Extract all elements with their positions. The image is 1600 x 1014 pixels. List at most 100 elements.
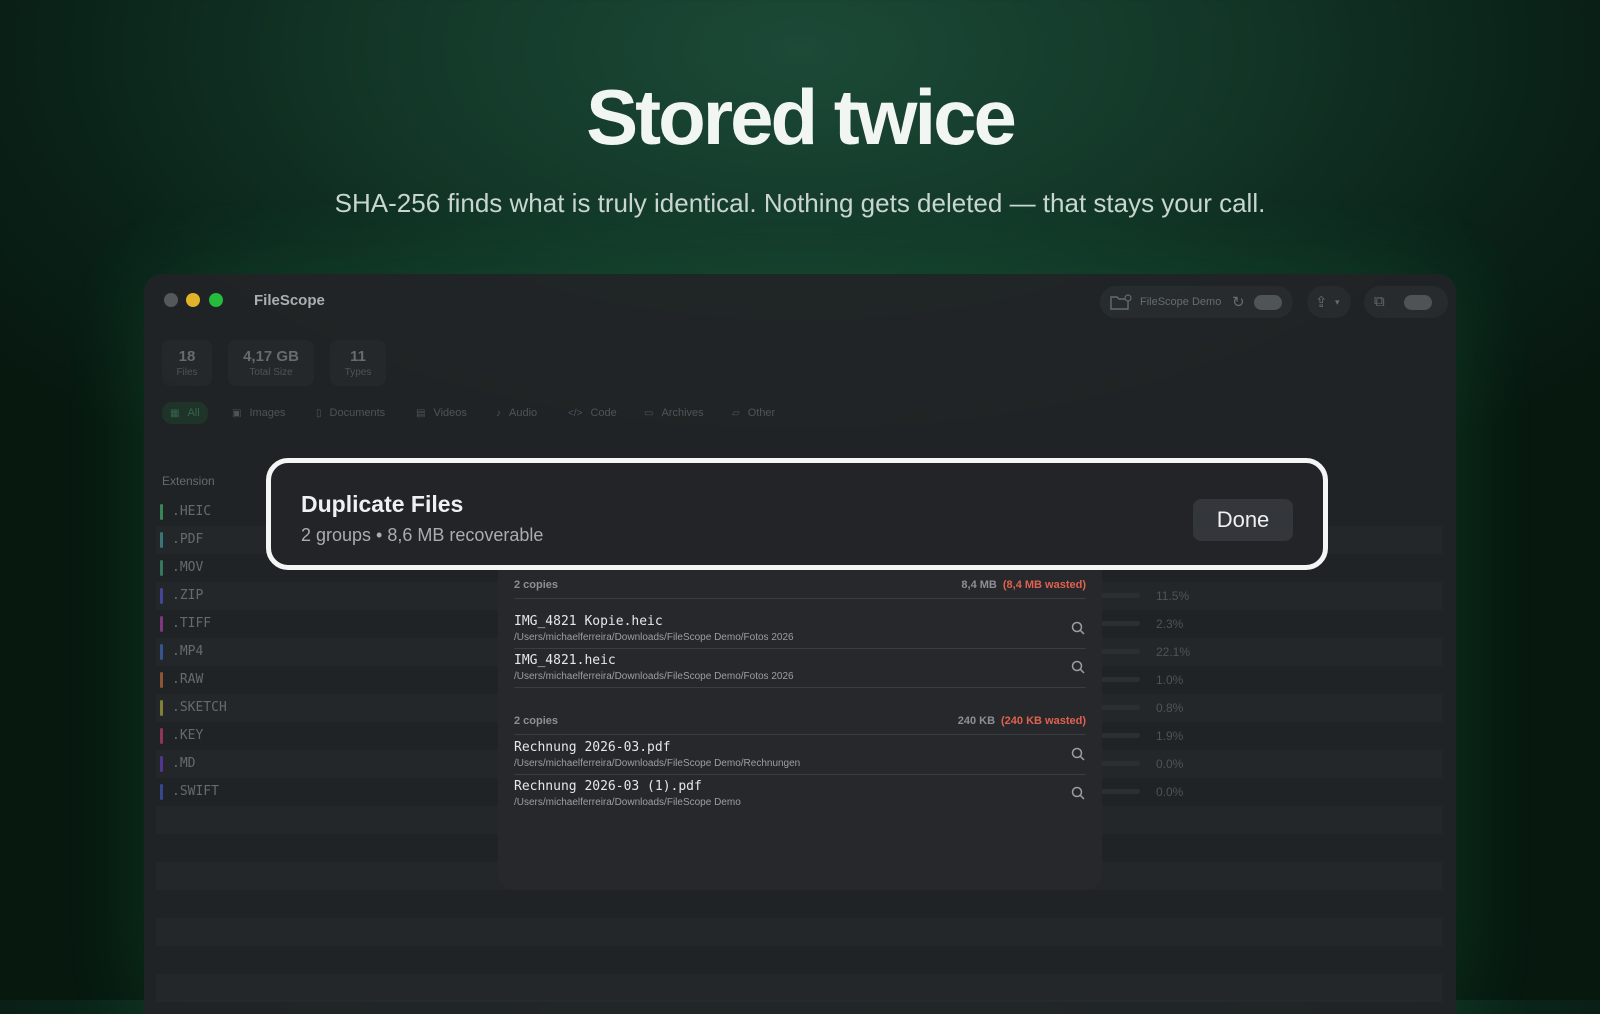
stat-value: 4,17 GB (243, 348, 299, 365)
file-name: Rechnung 2026-03.pdf (514, 740, 671, 755)
stat-value: 18 (178, 348, 196, 365)
group-size: 240 KB (240 KB wasted) (958, 715, 1086, 727)
extension-label: .MD (172, 756, 196, 771)
hero-title: Stored twice (586, 73, 1017, 161)
group-size: 8,4 MB (8,4 MB wasted) (961, 579, 1086, 591)
duplicate-files-icon[interactable]: ⧉ (1374, 293, 1385, 310)
filter-all[interactable]: ▦ All (162, 402, 208, 424)
folder-picker[interactable]: FileScope Demo ↻ (1100, 286, 1293, 318)
file-path: /Users/michaelferreira/Downloads/FileSco… (514, 632, 794, 643)
filter-label: Documents (329, 407, 386, 419)
filter-label: Images (249, 407, 286, 419)
share-icon: ⇪ (1315, 294, 1328, 311)
minimize-window-button[interactable] (186, 293, 200, 307)
duplicates-sheet: 2 copies 8,4 MB (8,4 MB wasted) IMG_4821 … (498, 520, 1102, 890)
filter-label: Archives (661, 407, 704, 419)
divider (514, 598, 1086, 599)
empty-row (156, 946, 1442, 974)
color-bar (160, 588, 163, 604)
duplicates-toolbar-group[interactable]: ⧉ (1364, 286, 1448, 318)
refresh-icon[interactable]: ↻ (1232, 293, 1245, 311)
column-header-extension[interactable]: Extension (162, 474, 215, 488)
duplicate-file-row[interactable]: Rechnung 2026-03.pdf /Users/michaelferre… (514, 740, 1086, 776)
view-toggle[interactable] (1254, 295, 1282, 310)
duplicate-group-header: 2 copies 8,4 MB (8,4 MB wasted) (514, 579, 1086, 597)
magnifier-icon[interactable] (1070, 620, 1086, 636)
done-button[interactable]: Done (1193, 499, 1293, 541)
filter-images[interactable]: ▣ Images (232, 402, 286, 424)
file-name: IMG_4821 Kopie.heic (514, 614, 663, 629)
filter-videos[interactable]: ▤ Videos (416, 402, 467, 424)
filter-documents[interactable]: ▯ Documents (316, 402, 385, 424)
filter-label: Code (590, 407, 617, 419)
close-window-button[interactable] (164, 293, 178, 307)
divider (514, 687, 1086, 688)
extension-label: .RAW (172, 672, 204, 687)
size-percent: 0.0% (1156, 785, 1184, 799)
stat-total-size: 4,17 GB Total Size (228, 340, 314, 386)
music-note-icon: ♪ (496, 408, 501, 419)
extension-label: .PDF (172, 532, 204, 547)
empty-row (156, 974, 1442, 1002)
duplicates-toggle[interactable] (1404, 295, 1432, 310)
duplicate-file-row[interactable]: IMG_4821 Kopie.heic /Users/michaelferrei… (514, 614, 1086, 650)
color-bar (160, 644, 163, 660)
share-menu-button[interactable]: ⇪ ▾ (1307, 286, 1351, 318)
stat-label: Files (176, 367, 198, 378)
stat-files: 18 Files (162, 340, 212, 386)
size-percent: 0.0% (1156, 757, 1184, 771)
color-bar (160, 728, 163, 744)
file-name: IMG_4821.heic (514, 653, 616, 668)
copies-count: 2 copies (514, 579, 559, 591)
stat-types: 11 Types (330, 340, 386, 386)
filter-audio[interactable]: ♪ Audio (496, 402, 537, 424)
filter-other[interactable]: ▱ Other (732, 402, 775, 424)
filter-label: Audio (509, 407, 538, 419)
color-bar (160, 504, 163, 520)
stat-label: Total Size (249, 367, 293, 378)
film-icon: ▤ (416, 408, 426, 419)
maximize-window-button[interactable] (209, 293, 223, 307)
extension-label: .SWIFT (172, 784, 219, 799)
color-bar (160, 560, 163, 576)
filter-code[interactable]: </> Code (568, 402, 617, 424)
divider (514, 774, 1086, 775)
folder-icon: ▱ (732, 408, 740, 419)
extension-label: .MP4 (172, 644, 204, 659)
filter-label: Videos (433, 407, 467, 419)
grid-icon: ▦ (170, 408, 180, 419)
extension-label: .SKETCH (172, 700, 227, 715)
color-bar (160, 672, 163, 688)
size-value: 8,4 MB (961, 579, 997, 591)
folder-name: FileScope Demo (1140, 296, 1222, 308)
duplicate-files-header: Duplicate Files 2 groups • 8,6 MB recove… (266, 458, 1328, 570)
file-path: /Users/michaelferreira/Downloads/FileSco… (514, 671, 794, 682)
extension-label: .HEIC (172, 504, 212, 519)
empty-row (156, 918, 1442, 946)
magnifier-icon[interactable] (1070, 746, 1086, 762)
image-icon: ▣ (232, 408, 242, 419)
file-name: Rechnung 2026-03 (1).pdf (514, 779, 702, 794)
stat-label: Types (344, 367, 372, 378)
wasted-size: (240 KB wasted) (1001, 715, 1086, 727)
extension-label: .ZIP (172, 588, 204, 603)
magnifier-icon[interactable] (1070, 785, 1086, 801)
size-percent: 1.9% (1156, 729, 1184, 743)
size-percent: 0.8% (1156, 701, 1184, 715)
size-percent: 1.0% (1156, 673, 1184, 687)
duplicate-file-row[interactable]: IMG_4821.heic /Users/michaelferreira/Dow… (514, 653, 1086, 689)
filter-archives[interactable]: ▭ Archives (644, 402, 704, 424)
file-path: /Users/michaelferreira/Downloads/FileSco… (514, 758, 801, 769)
wasted-size: (8,4 MB wasted) (1002, 579, 1086, 591)
duplicate-file-row[interactable]: Rechnung 2026-03 (1).pdf /Users/michaelf… (514, 779, 1086, 815)
archive-box-icon: ▭ (644, 408, 654, 419)
magnifier-icon[interactable] (1070, 659, 1086, 675)
code-brackets-icon: </> (568, 408, 583, 419)
color-bar (160, 532, 163, 548)
divider (514, 734, 1086, 735)
empty-row (156, 890, 1442, 918)
extension-label: .KEY (172, 728, 204, 743)
title-bar: FileScope FileScope Demo ↻ ⇪ ▾ ⧉ (144, 274, 1456, 328)
extension-label: .TIFF (172, 616, 212, 631)
filter-label: All (187, 407, 200, 419)
